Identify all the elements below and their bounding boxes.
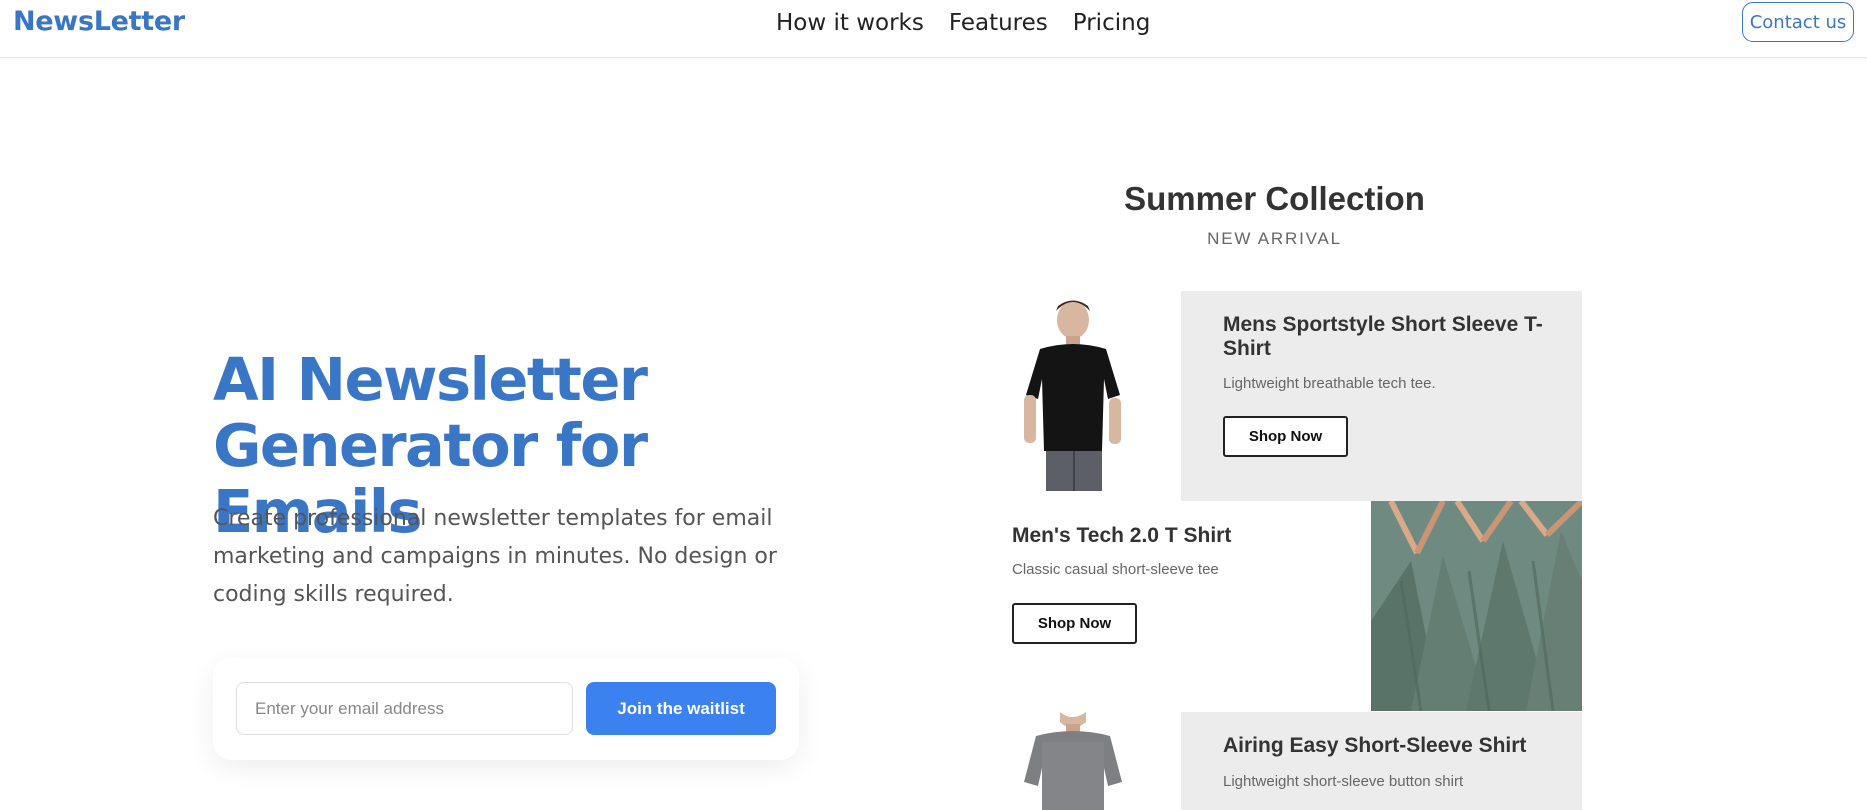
main-nav: How it works Features Pricing (776, 10, 1150, 36)
product-description-1: Lightweight breathable tech tee. (1223, 375, 1436, 392)
collection-subtitle: NEW ARRIVAL (1207, 229, 1342, 248)
shop-now-button-1[interactable]: Shop Now (1223, 416, 1348, 457)
top-navigation-bar: NewsLetter How it works Features Pricing… (0, 0, 1867, 58)
join-waitlist-button[interactable]: Join the waitlist (586, 682, 776, 735)
contact-us-button[interactable]: Contact us (1742, 2, 1854, 42)
nav-link-features[interactable]: Features (949, 10, 1048, 36)
product-description-3: Lightweight short-sleeve button shirt (1223, 773, 1464, 790)
product-description-2: Classic casual short-sleeve tee (1012, 561, 1219, 578)
shop-now-button-2[interactable]: Shop Now (1012, 603, 1137, 644)
product-image-black-tshirt (1012, 291, 1180, 501)
brand-logo[interactable]: NewsLetter (13, 6, 185, 37)
email-input[interactable] (236, 682, 573, 735)
nav-link-how-it-works[interactable]: How it works (776, 10, 924, 36)
product-name-3: Airing Easy Short-Sleeve Shirt (1223, 734, 1527, 757)
hero-subtitle: Create professional newsletter templates… (213, 506, 777, 607)
nav-link-pricing[interactable]: Pricing (1073, 10, 1151, 36)
product-name-1: Mens Sportstyle Short Sleeve T-Shirt (1223, 313, 1543, 360)
product-card-3-panel (1181, 712, 1582, 810)
collection-title: Summer Collection (1124, 180, 1425, 217)
product-image-gray-tshirt (1012, 712, 1180, 810)
product-image-green-shirts (1371, 501, 1582, 711)
waitlist-form: Join the waitlist (213, 658, 799, 760)
product-name-2: Men's Tech 2.0 T Shirt (1012, 524, 1232, 547)
